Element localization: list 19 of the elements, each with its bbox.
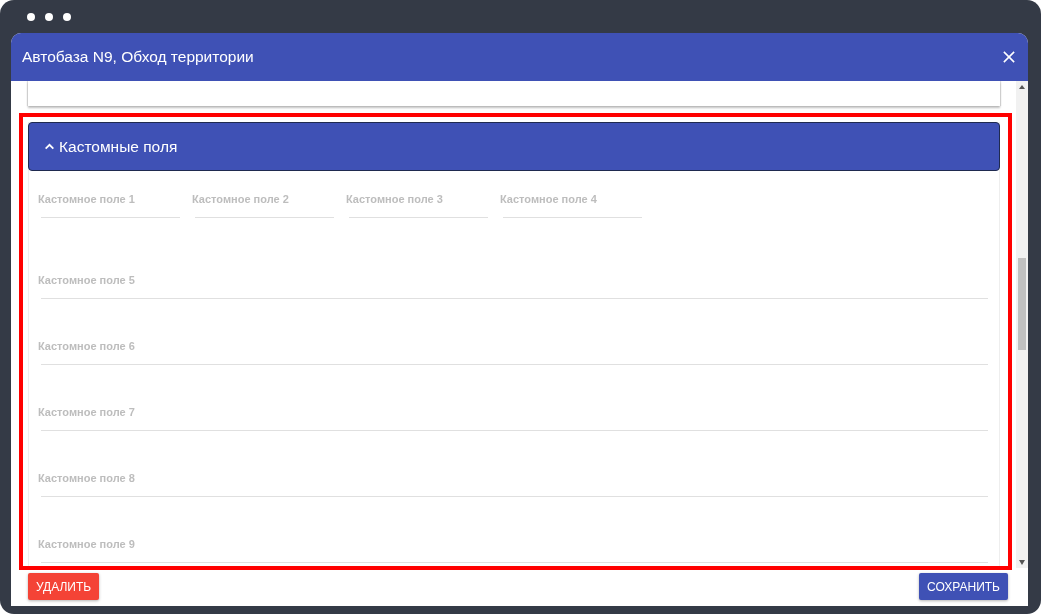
input-field[interactable]: Кастомное поле 6 xyxy=(40,340,988,365)
input-field[interactable]: Кастомное поле 7 xyxy=(40,406,988,431)
window-dot-icon xyxy=(63,13,71,21)
input-field[interactable]: Кастомное поле 4 xyxy=(502,193,642,218)
input-field[interactable]: Кастомное поле 9 xyxy=(40,538,988,563)
input-field[interactable]: Кастомное поле 3 xyxy=(348,193,488,218)
window-dot-icon xyxy=(27,13,35,21)
save-button[interactable]: СОХРАНИТЬ xyxy=(919,573,1008,600)
close-icon[interactable] xyxy=(1003,51,1015,63)
delete-button[interactable]: УДАЛИТЬ xyxy=(28,573,100,600)
input-field[interactable]: Кастомное поле 1 xyxy=(40,193,180,218)
panel-title: Кастомные поля xyxy=(59,137,178,156)
dialog-title: Автобаза N9, Обход территории xyxy=(22,48,254,66)
window-dot-icon xyxy=(45,13,53,21)
input-field[interactable]: Кастомное поле 8 xyxy=(40,472,988,497)
panel-header[interactable]: Кастомные поля xyxy=(28,122,1000,171)
scrollbar-drawing[interactable] xyxy=(1016,81,1028,568)
input-field[interactable]: Кастомное поле 2 xyxy=(194,193,334,218)
input-field[interactable]: Кастомное поле 5 xyxy=(40,274,988,299)
